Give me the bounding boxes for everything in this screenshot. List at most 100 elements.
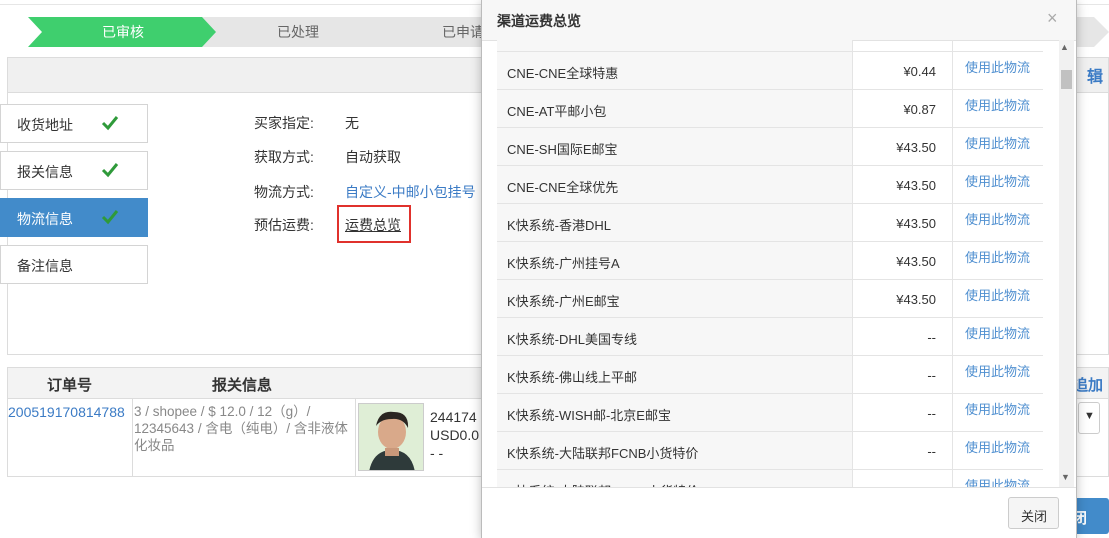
use-logistics-link[interactable]: 使用此物流 [965,399,1030,418]
channel-price: -- [927,406,936,421]
tab-customs-info[interactable]: 报关信息 [0,151,148,190]
channel-cell: CNE-CNE全球特惠 [497,52,853,89]
tab-label: 备注信息 [17,258,73,274]
channel-name: K快系统-佛山线上平邮 [507,370,638,385]
price-cell: -- [853,432,953,469]
modal-scrollbar[interactable] [1059,40,1074,487]
channel-cell: K快系统-广州挂号A [497,242,853,279]
price-cell: -- [853,470,953,487]
use-logistics-link[interactable]: 使用此物流 [965,323,1030,342]
acquire-method-label: 获取方式: [254,149,314,165]
channel-list: CNE-CNE全球特惠 ¥0.44 使用此物流 CNE-AT平邮小包 ¥0.87 使用此物… [497,40,1043,487]
channel-name: K快系统-大陆联邦FCNB小货特价 [507,446,699,461]
price-cell: -- [853,394,953,431]
tab-label: 物流信息 [17,211,73,227]
use-logistics-link[interactable]: 使用此物流 [965,437,1030,456]
shipping-method-label: 物流方式: [254,184,314,200]
col-divider [355,398,356,476]
step-tail-shape [1074,17,1109,47]
channel-name: K快系统-广州挂号A [507,256,620,271]
close-icon[interactable]: × [1047,8,1058,29]
channel-cell: K快系统-大陆联邦FCNC小货特价 [497,470,853,487]
channel-cell: CNE-CNE全球优先 [497,166,853,203]
use-logistics-link[interactable]: 使用此物流 [965,209,1030,228]
table-row: K快系统-广州E邮宝 ¥43.50 使用此物流 [497,280,1043,318]
channel-name: CNE-CNE全球特惠 [507,66,619,81]
step-audited-label: 已审核 [102,24,144,40]
tab-logistics-info[interactable]: 物流信息 [0,198,148,237]
channel-name: K快系统-香港DHL [507,218,612,233]
tab-label: 收货地址 [17,117,73,133]
buyer-specified-label: 买家指定: [254,115,314,131]
check-icon [101,210,119,225]
scroll-up-icon[interactable]: ▲ [1060,42,1069,52]
channel-cell: K快系统-香港DHL [497,204,853,241]
table-row: CNE-CNE全球优先 ¥43.50 使用此物流 [497,166,1043,204]
table-row: K快系统-广州挂号A ¥43.50 使用此物流 [497,242,1043,280]
use-logistics-link[interactable]: 使用此物流 [965,57,1030,76]
price-cell: ¥43.50 [853,204,953,241]
table-row: K快系统-大陆联邦FCNB小货特价 -- 使用此物流 [497,432,1043,470]
chevron-down-icon: ▼ [1084,410,1095,422]
col-divider [132,398,133,476]
modal-footer [482,487,1076,538]
table-row: K快系统-DHL美国专线 -- 使用此物流 [497,318,1043,356]
product-sku: 244174 [430,409,477,425]
channel-cell: K快系统-DHL美国专线 [497,318,853,355]
channel-price: ¥43.50 [896,178,936,193]
channel-name: CNE-SH国际E邮宝 [507,142,618,157]
price-cell: ¥43.50 [853,128,953,165]
freight-estimate-label: 预估运费: [254,217,314,233]
channel-price: -- [927,330,936,345]
freight-overview-link[interactable]: 运费总览 [345,215,401,235]
shipping-method-link[interactable]: 自定义-中邮小包挂号 [345,182,476,202]
channel-price: ¥43.50 [896,292,936,307]
use-logistics-link[interactable]: 使用此物流 [965,95,1030,114]
step-audited: 已审核 [28,17,218,47]
use-logistics-link[interactable]: 使用此物流 [965,285,1030,304]
table-row: CNE-SH国际E邮宝 ¥43.50 使用此物流 [497,128,1043,166]
scroll-down-icon[interactable]: ▼ [1061,472,1070,482]
channel-price: ¥0.44 [903,64,936,79]
table-row [497,40,1043,52]
price-cell: ¥0.44 [853,52,953,89]
channel-cell: K快系统-大陆联邦FCNB小货特价 [497,432,853,469]
channel-price: ¥43.50 [896,216,936,231]
modal-close-label: 关闭 [1021,509,1048,524]
modal-close-button[interactable]: 关闭 [1008,497,1059,529]
table-row: K快系统-WISH邮-北京E邮宝 -- 使用此物流 [497,394,1043,432]
price-cell: ¥43.50 [853,280,953,317]
customs-info-text: 3 / shopee / $ 12.0 / 12（g）/ 12345643 / … [134,404,348,453]
use-logistics-link[interactable]: 使用此物流 [965,475,1030,487]
channel-name: CNE-AT平邮小包 [507,104,607,119]
channel-cell: K快系统-佛山线上平邮 [497,356,853,393]
price-cell: ¥43.50 [853,166,953,203]
order-number-link[interactable]: 200519170814788 [8,404,130,421]
modal-title: 渠道运费总览 [497,13,581,29]
row-select-dropdown[interactable]: ▼ [1078,402,1100,434]
channel-price: ¥0.87 [903,102,936,117]
price-cell: -- [853,356,953,393]
tab-remark-info[interactable]: 备注信息 [0,245,148,284]
use-logistics-link[interactable]: 使用此物流 [965,171,1030,190]
channel-cell: K快系统-广州E邮宝 [497,280,853,317]
scrollbar-thumb[interactable] [1061,70,1072,89]
product-price: USD0.0 [430,427,480,443]
price-cell: ¥0.87 [853,90,953,127]
step-processed-label: 已处理 [277,24,319,40]
table-row: CNE-AT平邮小包 ¥0.87 使用此物流 [497,90,1043,128]
use-logistics-link[interactable]: 使用此物流 [965,361,1030,380]
channel-name: CNE-CNE全球优先 [507,180,619,195]
channel-cell: K快系统-WISH邮-北京E邮宝 [497,394,853,431]
use-logistics-link[interactable]: 使用此物流 [965,247,1030,266]
add-link[interactable]: 追加 [1073,374,1103,395]
check-icon [101,163,119,178]
channel-price: -- [927,444,936,459]
table-row: CNE-CNE全球特惠 ¥0.44 使用此物流 [497,52,1043,90]
product-info: 244174 USD0.0 - - [430,408,479,462]
use-logistics-link[interactable]: 使用此物流 [965,133,1030,152]
table-row: K快系统-大陆联邦FCNC小货特价-- 使用此物流 [497,470,1043,487]
edit-link[interactable]: 辑 [1087,63,1103,87]
product-image [359,404,423,470]
tab-shipping-address[interactable]: 收货地址 [0,104,148,143]
